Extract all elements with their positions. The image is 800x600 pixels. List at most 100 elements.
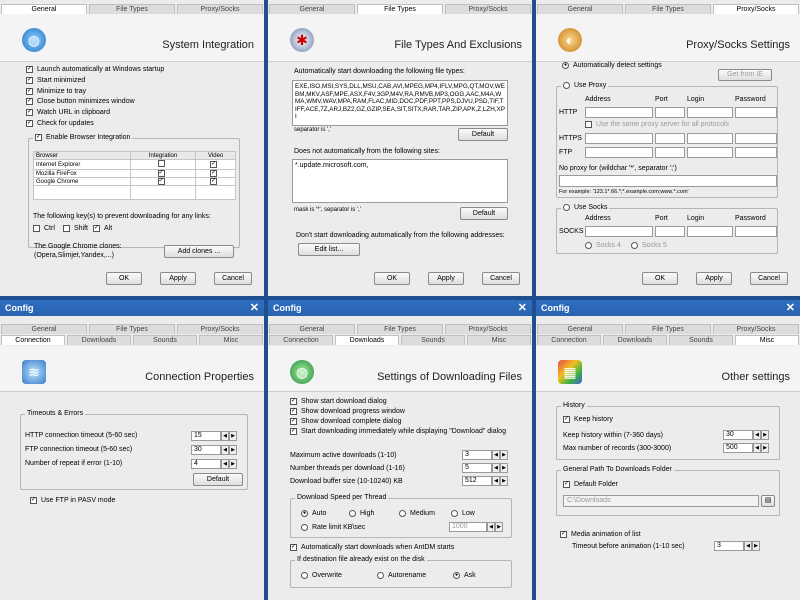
https-address-input[interactable]	[585, 133, 653, 144]
stepper-value[interactable]: 1000	[449, 522, 487, 532]
tab-downloads[interactable]: Downloads	[67, 335, 131, 345]
cancel-button[interactable]: Cancel	[214, 272, 252, 285]
default-button[interactable]: Default	[193, 473, 243, 486]
chevron-right-icon[interactable]: ▶	[500, 476, 508, 486]
ok-button[interactable]: OK	[642, 272, 678, 285]
speed-low-radio[interactable]: Low	[451, 510, 475, 517]
file-types-input[interactable]: EXE,ISO,MSI,SYS,DLL,MSU,CAB,AVI,MPEG,MP4…	[292, 80, 508, 126]
max-active-stepper[interactable]: 3 ◀ ▶	[462, 450, 508, 460]
tab-file-types[interactable]: File Types	[357, 4, 443, 14]
socks-port-input[interactable]	[655, 226, 685, 237]
checkbox-icon[interactable]: ✓	[210, 161, 218, 168]
chevron-left-icon[interactable]: ◀	[492, 463, 500, 473]
media-animation-checkbox[interactable]: ✓ Media animation of list	[560, 531, 641, 538]
chevron-left-icon[interactable]: ◀	[744, 541, 752, 551]
http-port-input[interactable]	[655, 107, 685, 118]
stepper-value[interactable]: 5	[462, 463, 492, 473]
option-start-dialog[interactable]: ✓ Show start download dialog	[290, 398, 387, 405]
stepper-value[interactable]: 30	[723, 430, 753, 440]
use-proxy-radio[interactable]: Use Proxy	[561, 82, 609, 89]
stepper-value[interactable]: 500	[723, 443, 753, 453]
chevron-right-icon[interactable]: ▶	[761, 430, 769, 440]
max-records-stepper[interactable]: 500 ◀ ▶	[723, 443, 769, 453]
chevron-left-icon[interactable]: ◀	[492, 476, 500, 486]
option-watch-clipboard[interactable]: ✓ Watch URL in clipboard	[26, 109, 110, 116]
stepper-value[interactable]: 30	[191, 445, 221, 455]
http-password-input[interactable]	[735, 107, 777, 118]
socks-password-input[interactable]	[735, 226, 777, 237]
get-from-ie-button[interactable]: Get from IE	[718, 69, 772, 81]
exists-autorename-radio[interactable]: Autorename	[377, 572, 426, 579]
ftp-address-input[interactable]	[585, 147, 653, 158]
apply-button[interactable]: Apply	[696, 272, 732, 285]
chevron-left-icon[interactable]: ◀	[221, 459, 229, 469]
rate-limit-radio[interactable]: Rate limit KB\sec	[301, 524, 365, 531]
ftp-timeout-stepper[interactable]: 30 ◀ ▶	[191, 445, 237, 455]
option-start-immediately[interactable]: ✓ Start downloading immediately while dis…	[290, 428, 506, 435]
tab-proxy-socks[interactable]: Proxy/Socks	[177, 324, 263, 334]
tab-general[interactable]: General	[269, 324, 355, 334]
stepper-value[interactable]: 3	[714, 541, 744, 551]
cancel-button[interactable]: Cancel	[482, 272, 520, 285]
apply-button[interactable]: Apply	[428, 272, 464, 285]
option-check-updates[interactable]: ✓ Check for updates	[26, 120, 94, 127]
stepper-value[interactable]: 3	[462, 450, 492, 460]
keep-within-stepper[interactable]: 30 ◀ ▶	[723, 430, 769, 440]
chevron-right-icon[interactable]: ▶	[229, 445, 237, 455]
tab-file-types[interactable]: File Types	[625, 4, 711, 14]
speed-high-radio[interactable]: High	[349, 510, 374, 517]
chevron-right-icon[interactable]: ▶	[761, 443, 769, 453]
tab-sounds[interactable]: Sounds	[669, 335, 733, 345]
http-timeout-stepper[interactable]: 15 ◀ ▶	[191, 431, 237, 441]
tab-proxy-socks[interactable]: Proxy/Socks	[713, 324, 799, 334]
key-shift[interactable]: Shift	[63, 225, 88, 232]
auto-detect-radio[interactable]: ● Automatically detect settings	[562, 62, 662, 69]
anim-timeout-stepper[interactable]: 3 ◀ ▶	[714, 541, 760, 551]
http-login-input[interactable]	[687, 107, 733, 118]
chevron-right-icon[interactable]: ▶	[500, 450, 508, 460]
buffer-stepper[interactable]: 512 ◀ ▶	[462, 476, 508, 486]
chevron-left-icon[interactable]: ◀	[492, 450, 500, 460]
socks4-radio[interactable]: Socks 4	[585, 242, 621, 249]
ok-button[interactable]: OK	[106, 272, 142, 285]
tab-proxy-socks[interactable]: Proxy/Socks	[445, 324, 531, 334]
tab-misc[interactable]: Misc	[467, 335, 531, 345]
https-password-input[interactable]	[735, 133, 777, 144]
ftp-login-input[interactable]	[687, 147, 733, 158]
chevron-left-icon[interactable]: ◀	[753, 443, 761, 453]
exists-ask-radio[interactable]: ● Ask	[453, 572, 476, 579]
checkbox-icon[interactable]: ✓	[157, 170, 165, 177]
exists-overwrite-radio[interactable]: Overwrite	[301, 572, 342, 579]
tab-sounds[interactable]: Sounds	[133, 335, 197, 345]
auto-start-antdm-checkbox[interactable]: ✓ Automatically start downloads when AntD…	[290, 544, 454, 551]
chevron-left-icon[interactable]: ◀	[487, 522, 495, 532]
socks5-radio[interactable]: Socks 5	[631, 242, 667, 249]
pasv-checkbox[interactable]: ✓ Use FTP in PASV mode	[30, 497, 115, 504]
tab-misc[interactable]: Misc	[199, 335, 263, 345]
chevron-left-icon[interactable]: ◀	[753, 430, 761, 440]
speed-auto-radio[interactable]: ● Auto	[301, 510, 326, 517]
rate-limit-stepper[interactable]: 1000 ◀ ▶	[449, 522, 503, 532]
close-icon[interactable]: ✕	[786, 300, 795, 316]
tab-connection[interactable]: Connection	[537, 335, 601, 345]
tab-file-types[interactable]: File Types	[89, 4, 175, 14]
checkbox-icon[interactable]: ✓	[157, 178, 165, 185]
tab-general[interactable]: General	[537, 324, 623, 334]
keep-history-checkbox[interactable]: ✓ Keep history	[563, 416, 613, 423]
chevron-right-icon[interactable]: ▶	[752, 541, 760, 551]
chevron-right-icon[interactable]: ▶	[229, 459, 237, 469]
chevron-right-icon[interactable]: ▶	[229, 431, 237, 441]
ok-button[interactable]: OK	[374, 272, 410, 285]
repeat-stepper[interactable]: 4 ◀ ▶	[191, 459, 237, 469]
socks-login-input[interactable]	[687, 226, 733, 237]
https-port-input[interactable]	[655, 133, 685, 144]
edit-list-button[interactable]: Edit list...	[298, 243, 360, 256]
tab-misc[interactable]: Misc	[735, 335, 799, 345]
tab-connection[interactable]: Connection	[269, 335, 333, 345]
ftp-port-input[interactable]	[655, 147, 685, 158]
option-launch-startup[interactable]: ✓ Launch automatically at Windows startup	[26, 66, 164, 73]
option-close-minimizes[interactable]: ✓ Close button minimizes window	[26, 98, 135, 105]
no-proxy-input[interactable]	[559, 175, 777, 187]
tab-general[interactable]: General	[1, 324, 87, 334]
add-clones-button[interactable]: Add clones ...	[164, 245, 234, 258]
